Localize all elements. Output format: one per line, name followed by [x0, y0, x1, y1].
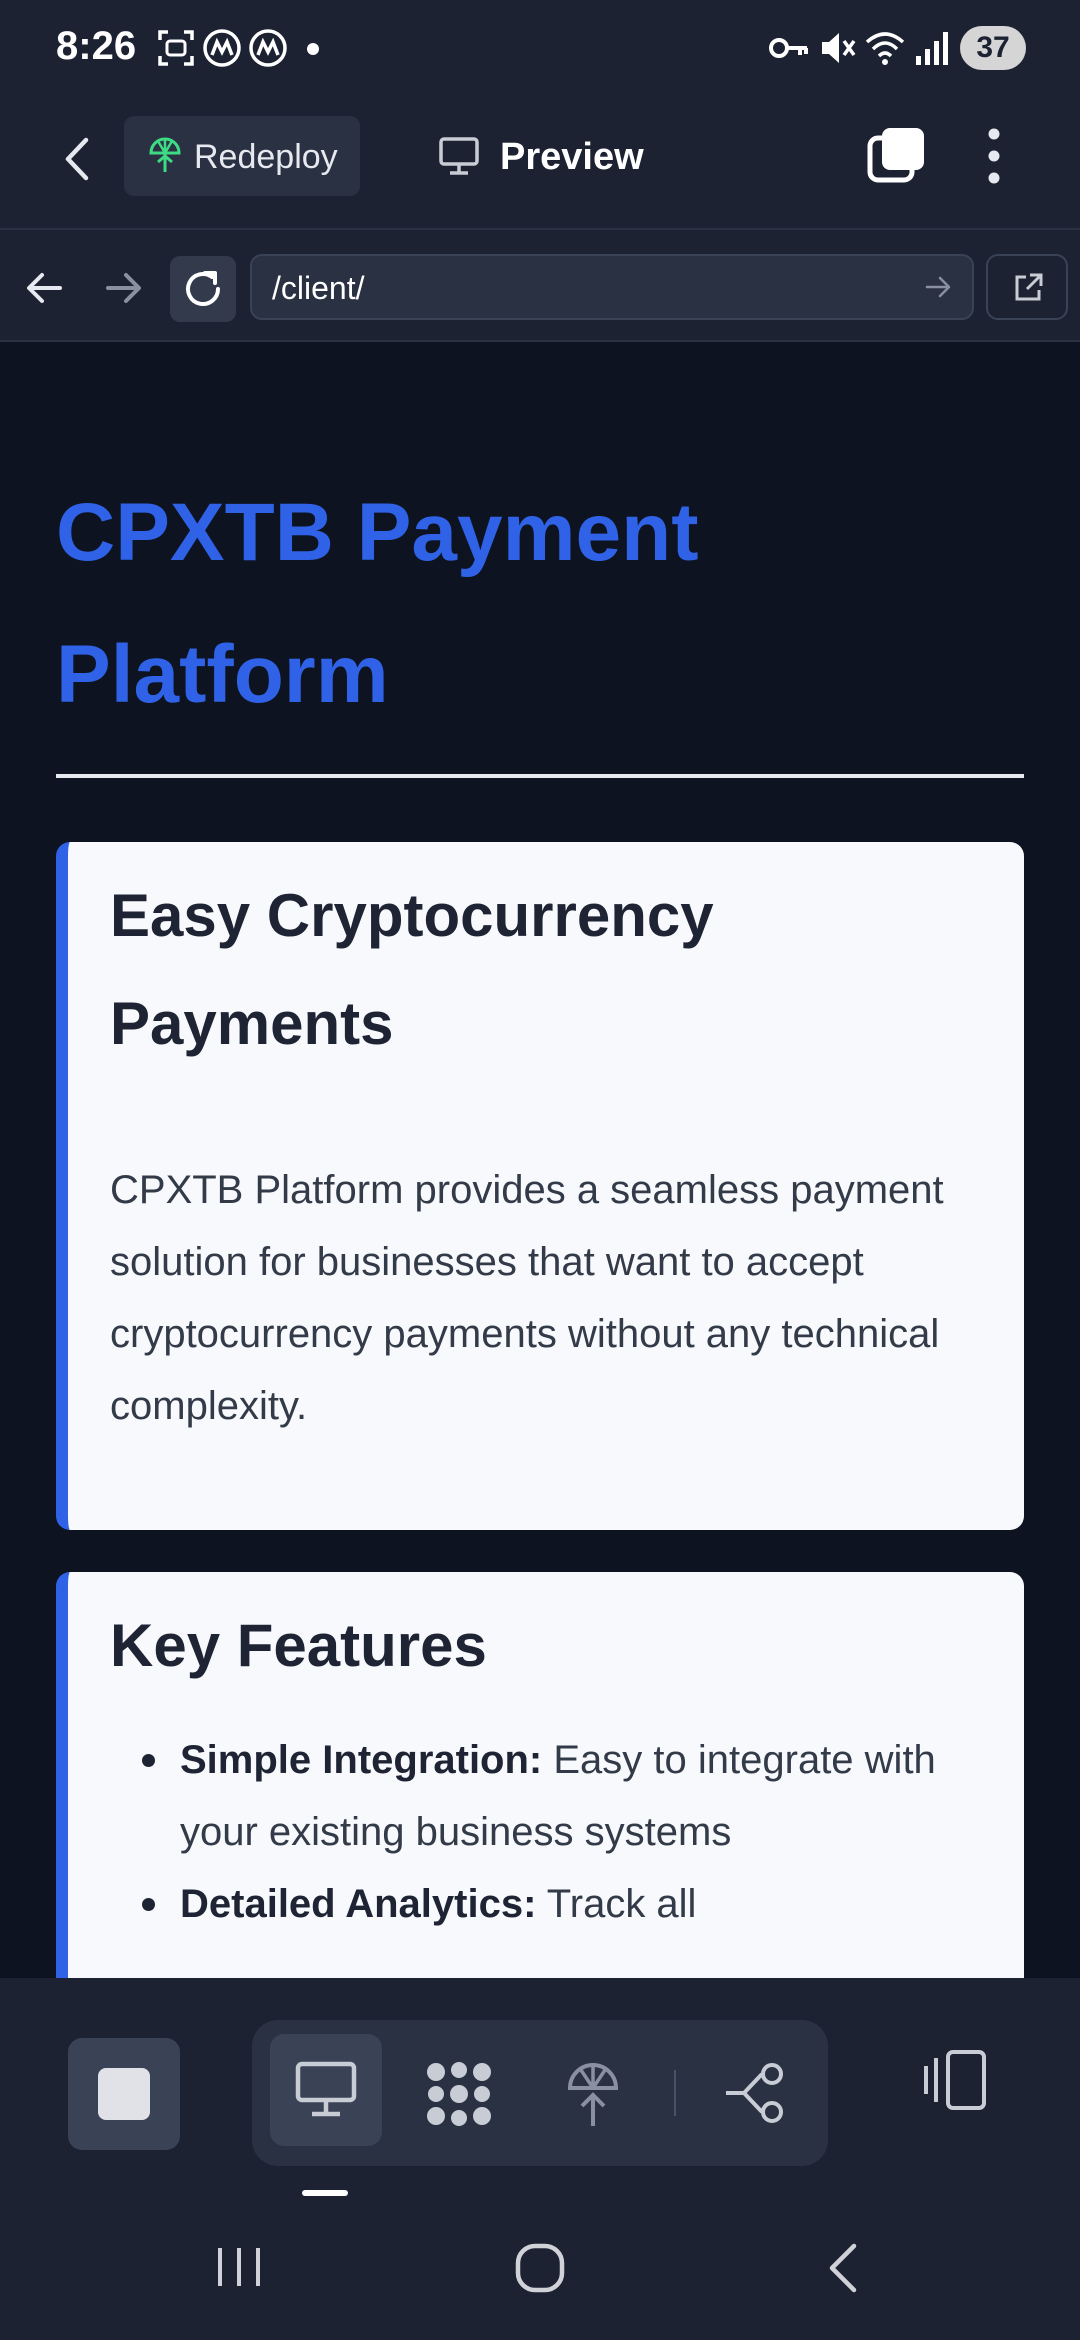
status-time: 8:26	[56, 24, 137, 68]
page-title-line1: CPXTB Payment	[56, 487, 699, 578]
recent-apps-icon[interactable]	[214, 2244, 264, 2290]
feature-item: Detailed Analytics: Track all	[142, 1868, 1000, 1940]
battery-indicator: 37	[960, 26, 1026, 70]
system-nav-bar	[0, 2200, 1080, 2340]
active-tab-indicator	[302, 2190, 348, 2196]
back-arrow-icon[interactable]	[58, 134, 98, 184]
app-icon	[203, 29, 241, 67]
page-title: CPXTB Payment Platform	[56, 462, 1036, 746]
mute-icon	[822, 33, 856, 63]
app-icon	[249, 29, 287, 67]
wifi-icon	[865, 32, 905, 65]
refresh-icon	[186, 271, 220, 306]
web-preview: CPXTB Payment Platform Easy Cryptocurren…	[0, 342, 1080, 1978]
browser-forward-icon[interactable]	[104, 268, 144, 308]
card-heading-line2: Payments	[110, 990, 394, 1057]
bullet-icon	[142, 1754, 155, 1767]
monitor-icon	[439, 137, 479, 175]
redeploy-button[interactable]: Redeploy	[124, 116, 360, 196]
stop-icon	[98, 2068, 150, 2120]
redeploy-label: Redeploy	[194, 138, 338, 176]
payments-card: Easy Cryptocurrency Payments CPXTB Platf…	[56, 842, 1024, 1530]
feature-item: Simple Integration: Easy to integrate wi…	[142, 1724, 1000, 1868]
desktop-icon	[295, 2061, 357, 2117]
feature-label: Detailed Analytics:	[180, 1882, 537, 1926]
card-heading-line1: Easy Cryptocurrency	[110, 882, 714, 949]
screenshot-icon	[158, 30, 194, 66]
preview-label: Preview	[500, 136, 644, 178]
card-heading: Easy Cryptocurrency Payments	[110, 862, 990, 1078]
preview-tab[interactable]: Preview	[430, 116, 660, 196]
dot-icon	[307, 43, 319, 55]
app-header: Redeploy Preview	[0, 100, 1080, 228]
url-field[interactable]: /client/	[250, 254, 974, 320]
device-toggle-icon[interactable]	[922, 2048, 990, 2112]
open-external-button[interactable]	[986, 254, 1068, 320]
apps-grid-icon[interactable]	[424, 2060, 494, 2128]
branch-icon[interactable]	[722, 2062, 788, 2124]
back-icon[interactable]	[824, 2242, 862, 2294]
deploy-icon[interactable]	[564, 2058, 622, 2130]
bullet-icon	[142, 1898, 155, 1911]
external-link-icon	[1015, 273, 1043, 301]
card-body: CPXTB Platform provides a seamless payme…	[110, 1168, 944, 1428]
features-card: Key Features Simple Integration: Easy to…	[56, 1572, 1024, 1978]
go-arrow-icon[interactable]	[924, 272, 954, 302]
desktop-preview-button[interactable]	[270, 2034, 382, 2146]
deploy-icon	[149, 137, 181, 172]
toolbar-divider	[674, 2070, 676, 2116]
signal-icon	[916, 32, 948, 65]
browser-back-icon[interactable]	[24, 268, 64, 308]
key-icon	[769, 38, 808, 58]
more-options-icon[interactable]	[982, 126, 1006, 186]
home-icon[interactable]	[514, 2242, 566, 2294]
refresh-button[interactable]	[170, 256, 236, 322]
page-title-line2: Platform	[56, 629, 389, 720]
feature-label: Simple Integration:	[180, 1738, 543, 1782]
status-bar: 8:26 37	[0, 0, 1080, 100]
title-divider	[56, 774, 1024, 778]
tabs-icon[interactable]	[866, 124, 928, 186]
url-text: /client/	[272, 270, 365, 306]
card-heading: Key Features	[110, 1612, 487, 1679]
tool-switcher	[252, 2020, 828, 2166]
bottom-toolbar	[0, 1978, 1080, 2200]
feature-text: Track all	[546, 1882, 697, 1926]
stop-button[interactable]	[68, 2038, 180, 2150]
browser-bar: /client/	[0, 228, 1080, 342]
